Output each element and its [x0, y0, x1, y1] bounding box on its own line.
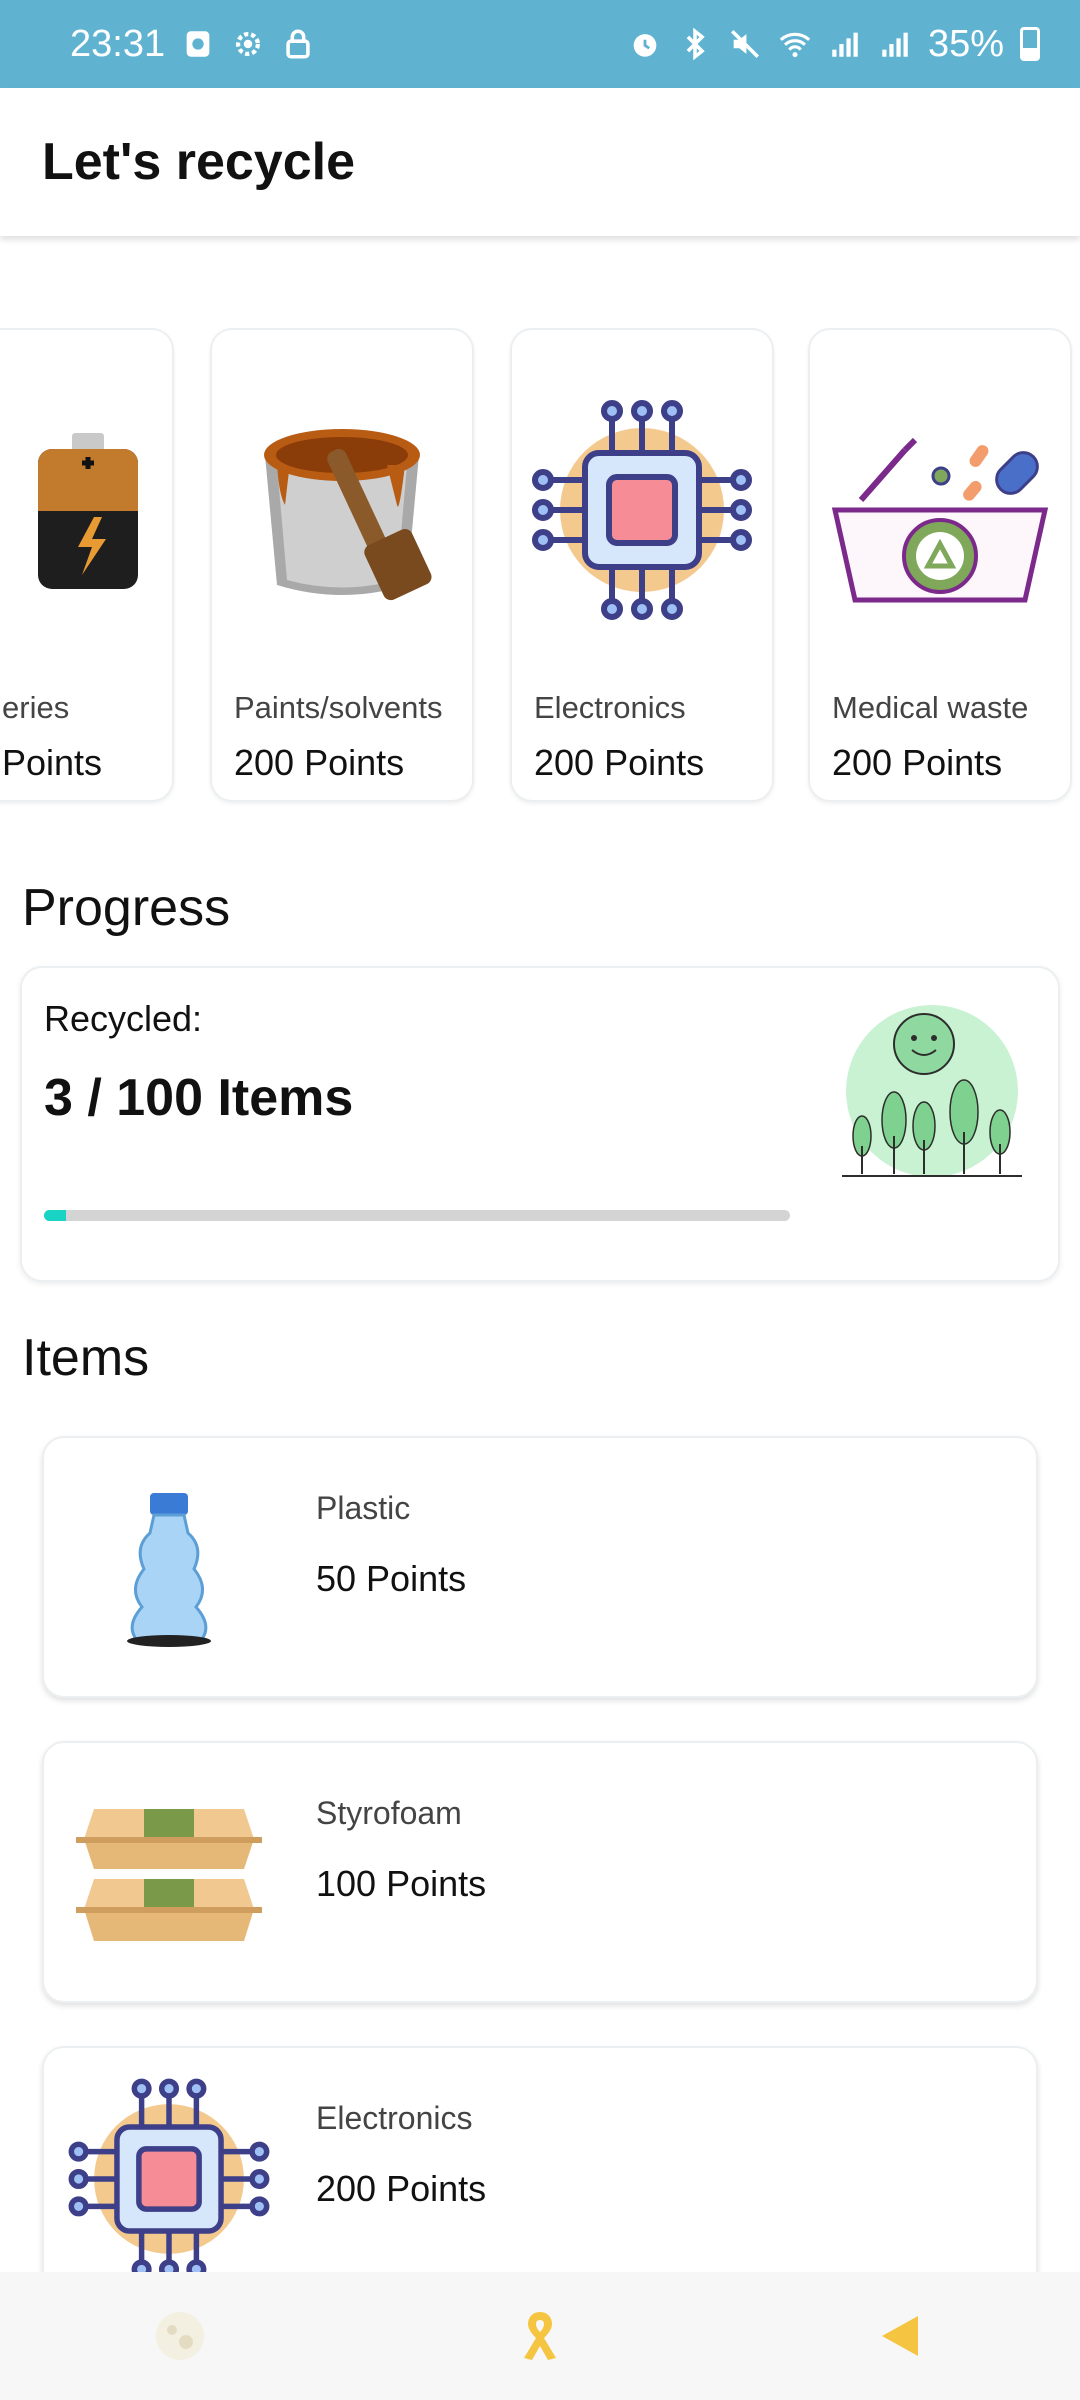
progress-card: Recycled: 3 / 100 Items: [20, 966, 1060, 1282]
paint-bucket-image: [212, 390, 472, 630]
category-card-medical-waste[interactable]: Medical waste 200 Points: [808, 328, 1072, 802]
nav-back-button[interactable]: [840, 2286, 960, 2386]
recycled-count: 3 / 100 Items: [44, 1069, 354, 1127]
category-points: Points: [2, 742, 103, 783]
recycled-label: Recycled:: [44, 998, 203, 1039]
ribbon-icon: [524, 2312, 556, 2360]
category-name: Medical waste: [832, 690, 1029, 725]
category-carousel[interactable]: eries Points Paints/solvents 200 Points: [0, 328, 1080, 803]
microchip-image: [512, 390, 772, 630]
progress-bar: [44, 1210, 790, 1221]
back-triangle-icon: [882, 2316, 918, 2356]
moon-icon: [156, 2312, 204, 2360]
progress-section-title: Progress: [22, 879, 231, 937]
category-card-paints[interactable]: Paints/solvents 200 Points: [210, 328, 474, 802]
settings-icon: [236, 31, 261, 57]
mute-icon: [730, 29, 759, 59]
item-card-electronics[interactable]: Electronics 200 Points: [42, 2046, 1038, 2308]
battery-percent: 35%: [927, 22, 1004, 65]
status-left: 23:31: [70, 23, 315, 66]
app-bar: Let's recycle: [0, 88, 1080, 236]
item-points: 100 Points: [316, 1863, 487, 1904]
progress-bar-fill: [44, 1210, 67, 1221]
item-points: 200 Points: [316, 2168, 487, 2209]
category-points: 200 Points: [234, 742, 405, 783]
item-name: Styrofoam: [316, 1795, 462, 1831]
item-name: Plastic: [316, 1490, 411, 1526]
items-section-title: Items: [22, 1329, 150, 1387]
category-card-batteries[interactable]: eries Points: [0, 328, 174, 802]
category-name: Paints/solvents: [234, 690, 443, 725]
item-name: Electronics: [316, 2100, 473, 2136]
app-screen: 23:31 35% Let's recycle eries Points Pai…: [0, 0, 1080, 2400]
microchip-image: [64, 2068, 274, 2290]
nav-ribbon-button[interactable]: [480, 2286, 600, 2386]
category-points: 200 Points: [534, 742, 705, 783]
styrofoam-box-image: [64, 1763, 274, 1985]
happy-earth-illustration: [832, 996, 1032, 1186]
alarm-icon: [633, 34, 657, 57]
lock-icon: [286, 29, 310, 59]
status-right: 35%: [628, 23, 1040, 66]
category-name: eries: [2, 690, 70, 725]
medical-waste-image: [810, 390, 1070, 630]
status-time: 23:31: [70, 22, 166, 65]
nav-moon-button[interactable]: [120, 2286, 240, 2386]
alarm-clock-icon: [186, 31, 210, 57]
wifi-icon: [779, 32, 811, 58]
category-points: 200 Points: [832, 742, 1003, 783]
status-bar: 23:31 35%: [0, 0, 1080, 88]
category-name: Electronics: [534, 690, 686, 725]
battery-icon: [1020, 27, 1040, 61]
item-card-styrofoam[interactable]: Styrofoam 100 Points: [42, 1741, 1038, 2003]
bottom-nav: [0, 2272, 1080, 2400]
item-points: 50 Points: [316, 1558, 467, 1599]
bluetooth-icon: [686, 27, 705, 61]
battery-image: [2, 390, 176, 630]
item-card-plastic[interactable]: Plastic 50 Points: [42, 1436, 1038, 1698]
category-card-electronics[interactable]: Electronics 200 Points: [510, 328, 774, 802]
page-title: Let's recycle: [42, 133, 356, 191]
plastic-bottle-image: [64, 1458, 274, 1680]
signal-icon: [882, 32, 908, 57]
signal-icon: [832, 32, 858, 57]
